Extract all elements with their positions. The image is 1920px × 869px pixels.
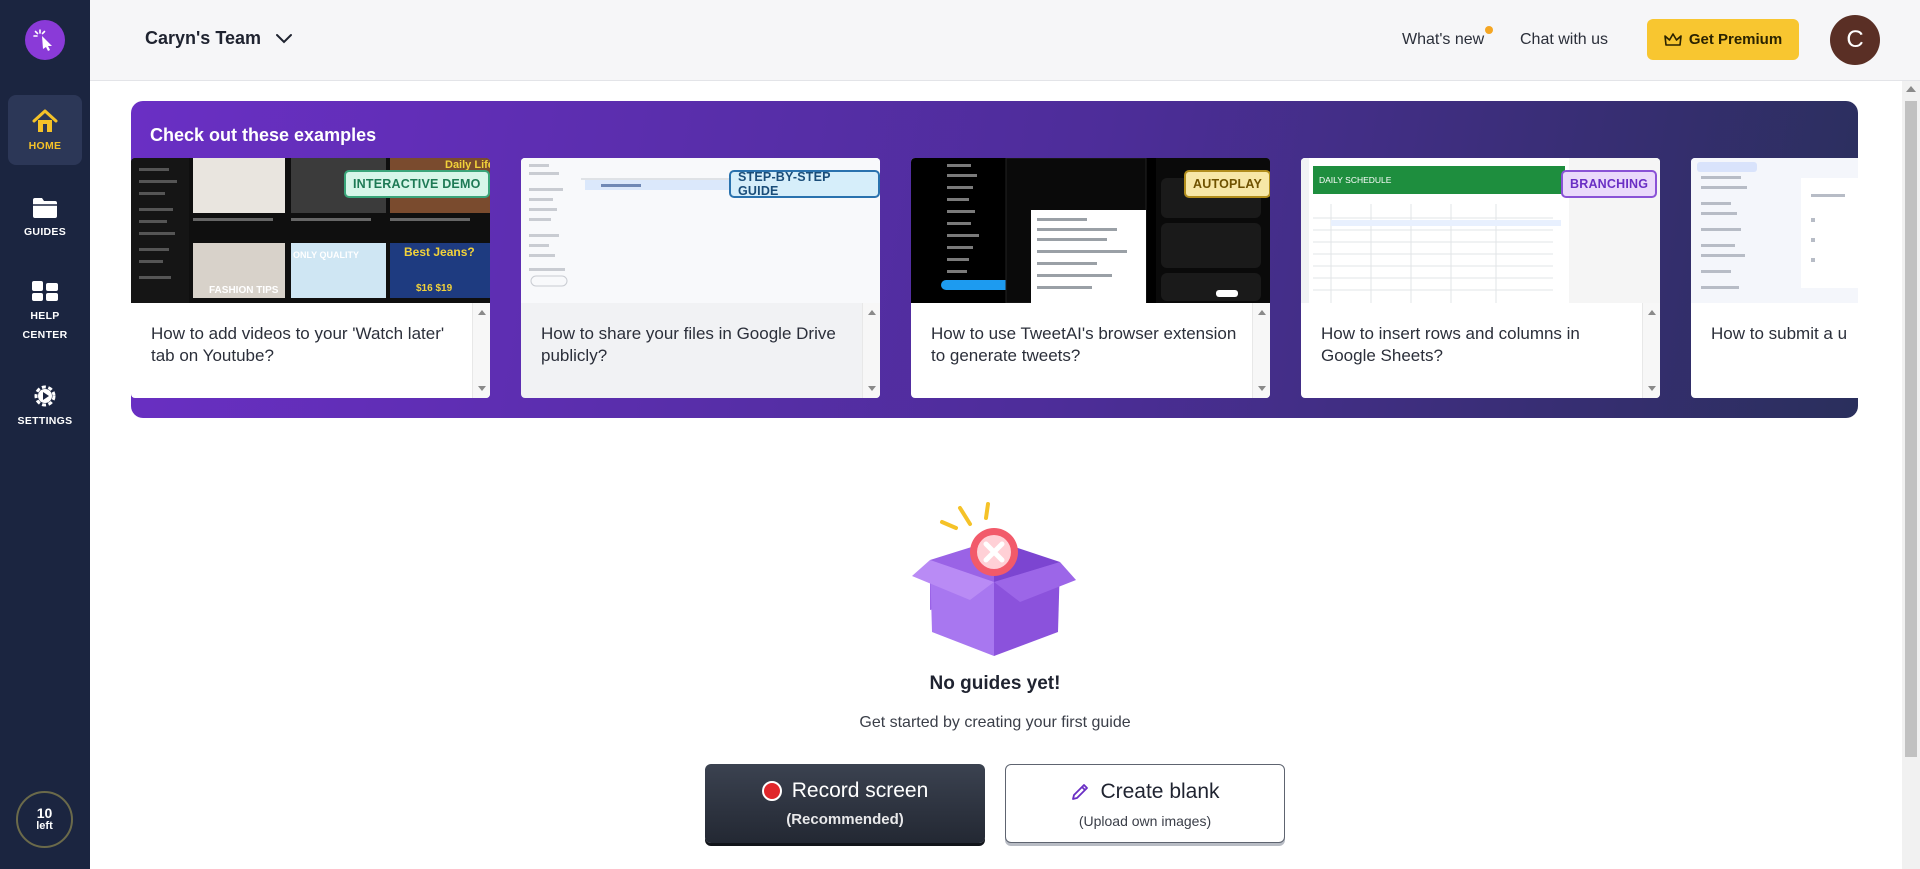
home-icon: [32, 109, 58, 132]
examples-banner: Check out these examples Daily Life FASH…: [131, 101, 1858, 418]
empty-state-subtitle: Get started by creating your first guide: [859, 714, 1131, 731]
sidebar-item-settings[interactable]: SETTINGS: [8, 380, 82, 430]
record-sublabel: (Recommended): [786, 811, 904, 828]
crown-icon: [1664, 32, 1682, 46]
card-thumbnail: [1691, 158, 1858, 303]
example-card-youtube[interactable]: Daily Life FASHION TIPS ONLY QUALITY Bes…: [131, 158, 490, 398]
card-thumbnail: DAILY SCHEDULE BRANCHING: [1301, 158, 1660, 303]
example-card-partial[interactable]: How to submit a u: [1691, 158, 1858, 398]
svg-text:$16 $19: $16 $19: [416, 283, 453, 294]
sidebar-item-guides[interactable]: GUIDES: [8, 187, 82, 247]
card-thumbnail: Daily Life FASHION TIPS ONLY QUALITY Bes…: [131, 158, 490, 303]
sidebar-item-label: CENTER: [22, 329, 68, 341]
tag-badge: INTERACTIVE DEMO: [344, 170, 490, 198]
cursor-click-icon: [33, 29, 52, 51]
sidebar-item-help-center[interactable]: HELP CENTER: [8, 277, 82, 347]
card-scrollbar[interactable]: [862, 303, 880, 398]
tag-badge: AUTOPLAY: [1184, 170, 1270, 198]
credits-left-badge[interactable]: 10 left: [16, 791, 73, 848]
sidebar-item-label: GUIDES: [23, 226, 67, 238]
create-blank-button[interactable]: Create blank (Upload own images): [1005, 764, 1285, 843]
empty-state-title: No guides yet!: [929, 673, 1061, 694]
notification-dot: [1485, 26, 1494, 34]
scroll-up-arrow-icon[interactable]: [1906, 86, 1916, 92]
app-root: HOME GUIDES HELP CENTER SETTINGS 10 left…: [0, 0, 1920, 869]
card-title: How to submit a u: [1711, 324, 1848, 343]
card-scrollbar[interactable]: [1642, 303, 1660, 398]
svg-text:ONLY QUALITY: ONLY QUALITY: [293, 250, 359, 260]
record-button-main: Record screen: [705, 779, 985, 803]
chevron-down-icon: [276, 33, 292, 43]
tag-badge: BRANCHING: [1561, 170, 1658, 198]
get-premium-button[interactable]: Get Premium: [1647, 19, 1799, 60]
team-switcher[interactable]: Caryn's Team: [145, 28, 293, 49]
card-title: How to add videos to your 'Watch later' …: [151, 324, 445, 365]
example-card-google-sheets[interactable]: DAILY SCHEDULE BRANCHING How to insert r…: [1301, 158, 1660, 398]
card-thumbnail: AUTOPLAY: [911, 158, 1270, 303]
card-scrollbar[interactable]: [1252, 303, 1270, 398]
svg-text:FASHION TIPS: FASHION TIPS: [209, 285, 279, 296]
chat-with-us-link[interactable]: Chat with us: [1520, 31, 1608, 49]
credits-label: left: [36, 819, 53, 832]
whats-new-link[interactable]: What's new: [1402, 26, 1494, 49]
card-scrollbar[interactable]: [472, 303, 490, 398]
scrollbar-thumb[interactable]: [1905, 101, 1917, 757]
help-grid-icon: [32, 281, 58, 301]
examples-title: Check out these examples: [150, 125, 377, 145]
whats-new-label: What's new: [1402, 31, 1485, 48]
sidebar-item-label: HOME: [28, 140, 62, 152]
card-thumbnail: STEP-BY-STEP GUIDE: [521, 158, 880, 303]
form-thumbnail-image: [1691, 158, 1858, 303]
sidebar-item-home[interactable]: HOME: [8, 95, 82, 165]
blank-sublabel: (Upload own images): [1078, 813, 1212, 829]
sheet-caption: DAILY SCHEDULE: [1319, 175, 1392, 185]
card-title: How to share your files in Google Drive …: [541, 324, 836, 365]
tag-badge: STEP-BY-STEP GUIDE: [729, 170, 880, 198]
premium-label: Get Premium: [1688, 31, 1783, 48]
blank-button-main: Create blank: [1006, 780, 1284, 804]
blank-label: Create blank: [1100, 780, 1220, 803]
card-title: How to insert rows and columns in Google…: [1321, 324, 1580, 365]
card-title: How to use TweetAI's browser extension t…: [931, 324, 1237, 365]
team-name: Caryn's Team: [145, 28, 261, 48]
top-header: Caryn's Team What's new Chat with us Get…: [90, 0, 1920, 81]
pencil-icon: [1072, 784, 1089, 800]
example-card-tweetai[interactable]: AUTOPLAY How to use TweetAI's browser ex…: [911, 158, 1270, 398]
svg-text:Best Jeans?: Best Jeans?: [404, 245, 475, 259]
empty-box-icon: [912, 502, 1076, 656]
record-screen-button[interactable]: Record screen (Recommended): [705, 764, 985, 843]
folder-icon: [33, 198, 57, 218]
gear-icon: [34, 385, 56, 407]
credits-count: 10: [36, 804, 53, 821]
example-card-google-drive[interactable]: STEP-BY-STEP GUIDE How to share your fil…: [521, 158, 880, 398]
empty-box-illustration: [910, 500, 1078, 660]
record-label: Record screen: [791, 779, 929, 802]
user-avatar[interactable]: C: [1830, 15, 1880, 65]
sidebar-item-label: SETTINGS: [17, 415, 73, 427]
app-logo[interactable]: [25, 20, 65, 60]
sidebar-item-label: HELP: [30, 310, 60, 322]
sidebar: HOME GUIDES HELP CENTER SETTINGS 10 left: [0, 0, 90, 869]
record-dot-icon: [761, 781, 782, 801]
